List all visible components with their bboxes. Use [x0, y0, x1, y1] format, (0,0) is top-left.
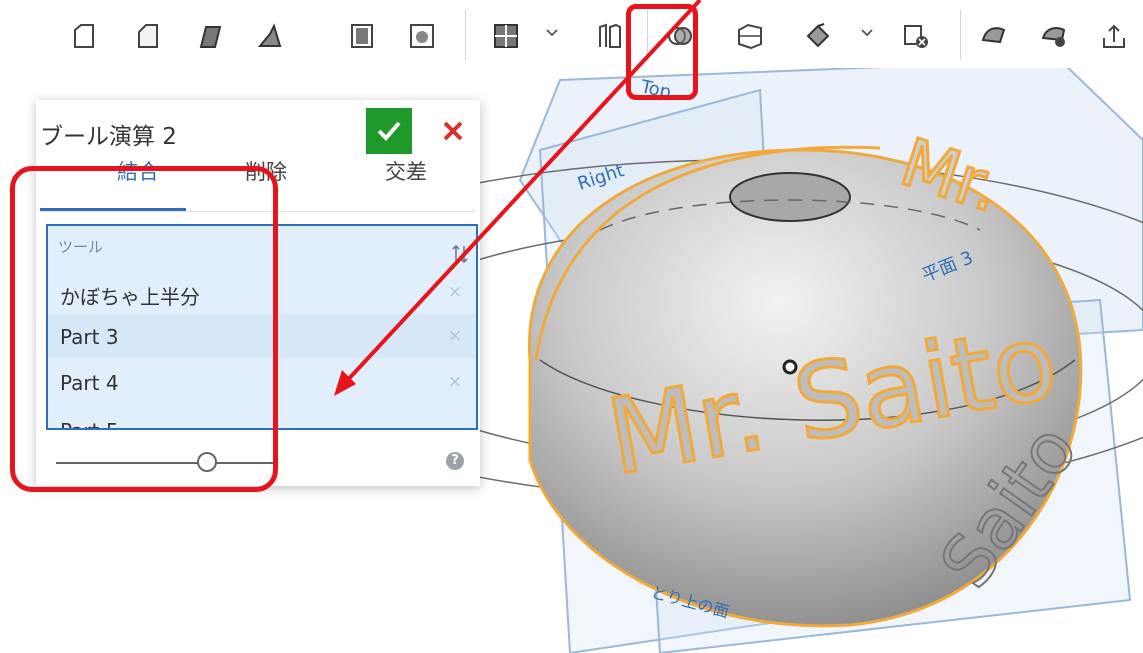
annotation-arrow	[334, 0, 702, 396]
